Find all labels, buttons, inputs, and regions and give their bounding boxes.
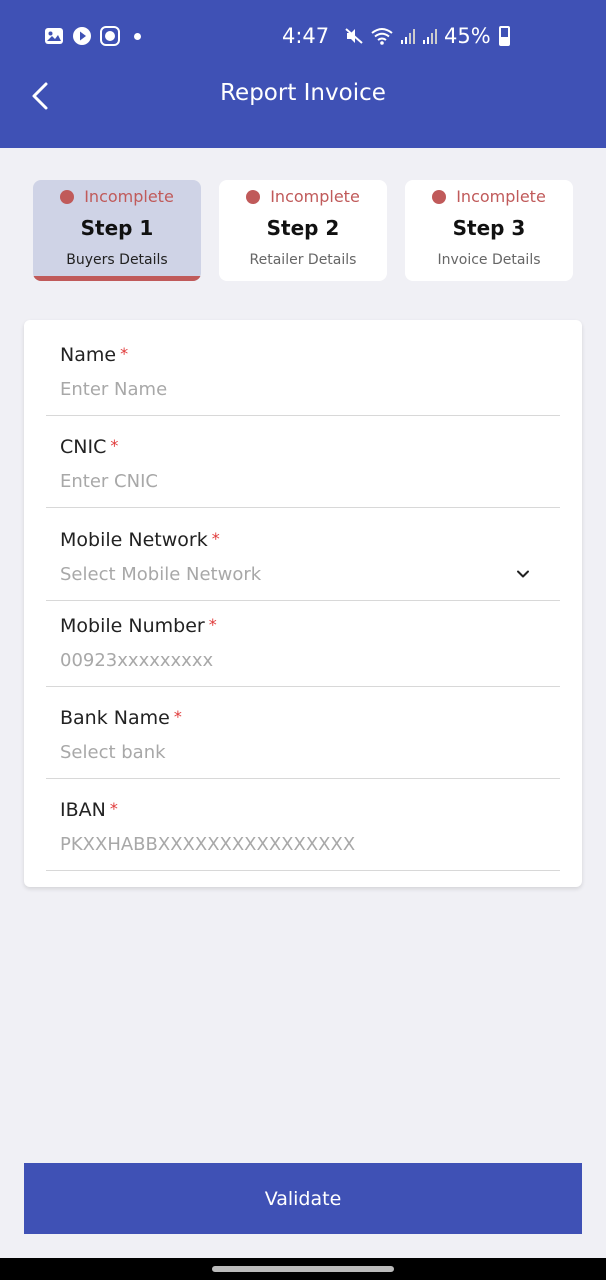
step-title: Step 3	[452, 216, 526, 240]
iban-input[interactable]	[60, 831, 530, 857]
mute-icon	[345, 28, 363, 44]
status-time: 4:47	[282, 24, 330, 48]
validate-button[interactable]: Validate	[24, 1163, 582, 1234]
step-status-text: Incomplete	[84, 187, 174, 206]
step-status: Incomplete	[33, 187, 201, 206]
cnic-field: CNIC *	[46, 416, 560, 508]
field-label: Bank Name *	[60, 707, 182, 729]
bank-name-input[interactable]	[60, 739, 530, 765]
required-asterisk: *	[109, 799, 118, 818]
gallery-icon	[45, 28, 63, 44]
mobile-number-input[interactable]	[60, 647, 530, 673]
step-title: Step 1	[80, 216, 154, 240]
home-pill[interactable]	[212, 1266, 394, 1272]
battery-icon	[498, 26, 510, 46]
battery-percent: 45%	[444, 24, 491, 48]
step-1-tab[interactable]: Incomplete Step 1 Buyers Details	[33, 180, 201, 281]
status-right-icons: 45%	[344, 24, 510, 48]
field-label: IBAN *	[60, 799, 118, 821]
app-bar: 4:47 45% Report Invoice	[0, 0, 606, 148]
required-asterisk: *	[173, 707, 182, 726]
notification-dot-icon	[134, 32, 141, 40]
step-status-text: Incomplete	[270, 187, 360, 206]
signal-icon	[423, 29, 437, 44]
name-field: Name *	[46, 324, 560, 416]
mobile-network-select[interactable]	[60, 561, 530, 587]
incomplete-dot-icon	[432, 189, 447, 204]
step-status: Incomplete	[219, 187, 387, 206]
bank-name-field: Bank Name *	[46, 687, 560, 779]
chevron-down-icon[interactable]	[516, 567, 530, 581]
step-subtitle: Invoice Details	[437, 252, 541, 268]
system-nav-bar	[0, 1258, 606, 1280]
step-2-tab[interactable]: Incomplete Step 2 Retailer Details	[219, 180, 387, 281]
signal-icon	[401, 29, 415, 44]
step-3-tab[interactable]: Incomplete Step 3 Invoice Details	[405, 180, 573, 281]
step-status: Incomplete	[405, 187, 573, 206]
mobile-network-field[interactable]: Mobile Network *	[46, 509, 560, 601]
step-subtitle: Retailer Details	[249, 252, 357, 268]
name-input[interactable]	[60, 376, 530, 402]
field-label: Name *	[60, 344, 129, 366]
status-left-icons	[44, 26, 141, 46]
field-label: Mobile Network *	[60, 529, 220, 551]
required-asterisk: *	[208, 615, 217, 634]
mobile-number-field: Mobile Number *	[46, 595, 560, 687]
step-subtitle: Buyers Details	[66, 252, 168, 268]
required-asterisk: *	[120, 344, 129, 363]
status-bar: 4:47 45%	[0, 22, 606, 56]
buyer-details-form: Name* CNIC* Mobile Network* Mobile Numbe…	[24, 320, 582, 887]
page-title: Report Invoice	[220, 80, 386, 106]
field-label: Mobile Number *	[60, 615, 217, 637]
required-asterisk: *	[211, 529, 220, 548]
step-title: Step 2	[266, 216, 340, 240]
cb-icon	[100, 26, 120, 46]
play-icon	[73, 27, 91, 45]
wifi-icon	[371, 28, 393, 45]
step-status-text: Incomplete	[456, 187, 546, 206]
incomplete-dot-icon	[246, 189, 261, 204]
cnic-input[interactable]	[60, 468, 530, 494]
required-asterisk: *	[110, 436, 119, 455]
iban-field: IBAN *	[46, 779, 560, 871]
incomplete-dot-icon	[60, 189, 75, 204]
field-label: CNIC *	[60, 436, 119, 458]
